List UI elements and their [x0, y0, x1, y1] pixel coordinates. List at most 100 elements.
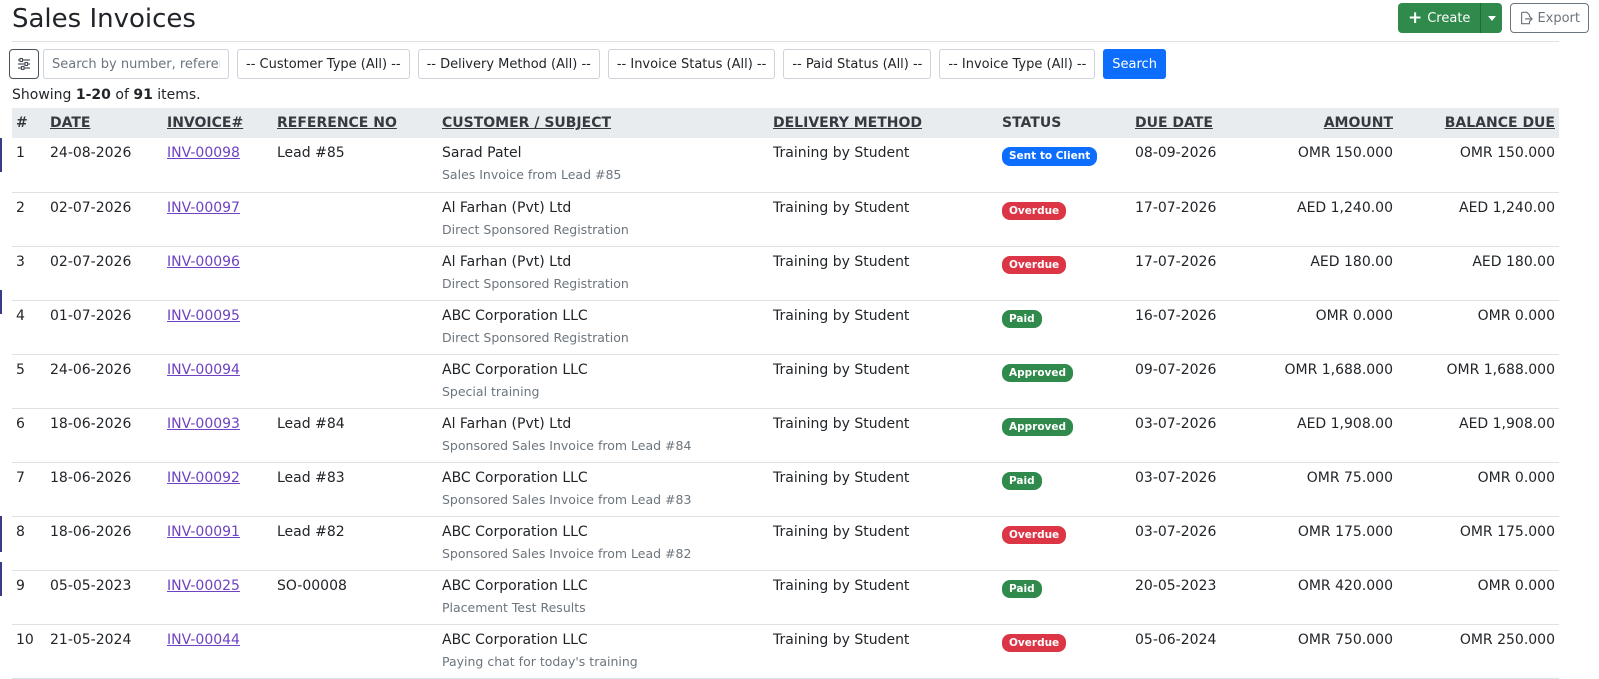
- col-header-balance[interactable]: BALANCE DUE: [1397, 108, 1559, 138]
- delivery-method: Training by Student: [773, 631, 910, 648]
- invoice-date: 24-06-2026: [50, 361, 132, 378]
- col-header-date-label: DATE: [50, 115, 91, 131]
- col-header-invoice[interactable]: INVOICE#: [163, 108, 273, 138]
- customer-subject-cell: ABC Corporation LLC Placement Test Result…: [438, 570, 769, 624]
- invoice-number-link[interactable]: INV-00025: [167, 578, 240, 594]
- status-badge: Overdue: [1002, 201, 1067, 221]
- row-number: 3: [16, 253, 25, 270]
- balance-due: OMR 150.000: [1459, 145, 1555, 161]
- due-date: 17-07-2026: [1135, 199, 1217, 216]
- invoice-number-link[interactable]: INV-00092: [167, 470, 240, 486]
- table-row[interactable]: 4 01-07-2026 INV-00095 ABC Corporation LLC D…: [12, 300, 1559, 354]
- delivery-method: Training by Student: [773, 523, 910, 540]
- invoice-number-link[interactable]: INV-00091: [167, 524, 240, 540]
- invoice-number-link[interactable]: INV-00095: [167, 308, 240, 324]
- col-header-balance-label: BALANCE DUE: [1444, 115, 1555, 131]
- status-badge: Approved: [1002, 363, 1074, 383]
- row-number: 10: [16, 631, 34, 648]
- left-edge-marks: [0, 0, 2, 675]
- page-title: Sales Invoices: [12, 3, 196, 34]
- invoice-number-link[interactable]: INV-00098: [167, 145, 240, 161]
- customer-name: Al Farhan (Pvt) Ltd: [442, 253, 572, 270]
- table-row[interactable]: 2 02-07-2026 INV-00097 Al Farhan (Pvt) Ltd D…: [12, 192, 1559, 246]
- amount: AED 1,240.00: [1297, 199, 1393, 216]
- create-button[interactable]: + Create: [1397, 3, 1481, 33]
- status-cell: Approved: [998, 408, 1131, 462]
- invoice-subject: Direct Sponsored Registration: [442, 329, 629, 345]
- col-header-due-date[interactable]: DUE DATE: [1131, 108, 1261, 138]
- status-cell: Paid: [998, 462, 1131, 516]
- col-header-date[interactable]: DATE: [46, 108, 163, 138]
- invoice-number-link[interactable]: INV-00097: [167, 200, 240, 216]
- customer-type-select[interactable]: -- Customer Type (All) --: [237, 49, 410, 79]
- col-header-delivery[interactable]: DELIVERY METHOD: [769, 108, 998, 138]
- table-row[interactable]: 6 18-06-2026 INV-00093 Lead #84 Al Farhan (P…: [12, 408, 1559, 462]
- export-button[interactable]: Export: [1510, 3, 1589, 33]
- summary-total: 91: [133, 87, 153, 103]
- delivery-method: Training by Student: [773, 199, 910, 216]
- amount: AED 180.00: [1310, 253, 1393, 270]
- paid-status-select[interactable]: -- Paid Status (All) --: [783, 49, 932, 79]
- filter-settings-button[interactable]: [9, 49, 39, 79]
- balance-due: AED 180.00: [1472, 253, 1555, 270]
- table-row[interactable]: 5 24-06-2026 INV-00094 ABC Corporation LLC S…: [12, 354, 1559, 408]
- balance-due: OMR 0.000: [1477, 577, 1555, 594]
- create-button-label: Create: [1427, 10, 1471, 26]
- invoices-table: # DATE INVOICE# REFERENCE NO CUSTOMER / …: [12, 108, 1559, 679]
- row-number: 4: [16, 307, 25, 324]
- row-number: 7: [16, 469, 25, 486]
- status-cell: Overdue: [998, 246, 1131, 300]
- table-row[interactable]: 10 21-05-2024 INV-00044 ABC Corporation LLC…: [12, 624, 1559, 678]
- table-row[interactable]: 1 24-08-2026 INV-00098 Lead #85 Sarad Patel S…: [12, 138, 1559, 192]
- due-date: 16-07-2026: [1135, 307, 1217, 324]
- page-header: Sales Invoices + Create Export: [12, 0, 1599, 36]
- customer-name: ABC Corporation LLC: [442, 361, 588, 378]
- invoice-date: 18-06-2026: [50, 469, 132, 486]
- invoice-number-link[interactable]: INV-00094: [167, 362, 240, 378]
- col-header-customer[interactable]: CUSTOMER / SUBJECT: [438, 108, 769, 138]
- summary-prefix: Showing: [12, 87, 76, 103]
- reference-number: [273, 192, 438, 246]
- due-date: 03-07-2026: [1135, 415, 1217, 432]
- balance-due: OMR 250.000: [1459, 631, 1555, 648]
- invoice-subject: Paying chat for today's training: [442, 653, 638, 669]
- row-number: 5: [16, 361, 25, 378]
- invoice-type-select[interactable]: -- Invoice Type (All) --: [939, 49, 1096, 79]
- customer-name: ABC Corporation LLC: [442, 577, 588, 594]
- invoice-number-link[interactable]: INV-00044: [167, 632, 240, 648]
- row-number: 1: [16, 145, 25, 161]
- invoice-number-link[interactable]: INV-00096: [167, 254, 240, 270]
- col-header-invoice-label: INVOICE#: [167, 115, 244, 131]
- status-badge: Overdue: [1002, 525, 1067, 545]
- col-header-reference[interactable]: REFERENCE NO: [273, 108, 438, 138]
- table-row[interactable]: 7 18-06-2026 INV-00092 Lead #83 ABC Corporat…: [12, 462, 1559, 516]
- reference-number: Lead #84: [277, 415, 345, 432]
- invoice-number-link[interactable]: INV-00093: [167, 416, 240, 432]
- search-input[interactable]: [43, 49, 229, 79]
- col-header-customer-label: CUSTOMER / SUBJECT: [442, 115, 612, 131]
- invoice-subject: Sponsored Sales Invoice from Lead #84: [442, 437, 692, 453]
- due-date: 20-05-2023: [1135, 577, 1217, 594]
- due-date: 03-07-2026: [1135, 523, 1217, 540]
- search-button[interactable]: Search: [1103, 49, 1166, 79]
- customer-name: ABC Corporation LLC: [442, 631, 588, 648]
- balance-due: OMR 1,688.000: [1446, 361, 1555, 378]
- table-row[interactable]: 8 18-06-2026 INV-00091 Lead #82 ABC Corporat…: [12, 516, 1559, 570]
- invoice-status-select[interactable]: -- Invoice Status (All) --: [607, 49, 776, 79]
- plus-icon: +: [1407, 7, 1423, 28]
- table-row[interactable]: 9 05-05-2023 INV-00025 SO-00008 ABC Corporat…: [12, 570, 1559, 624]
- delivery-method: Training by Student: [773, 253, 910, 270]
- status-cell: Approved: [998, 354, 1131, 408]
- create-dropdown-toggle[interactable]: [1480, 3, 1503, 33]
- table-row[interactable]: 3 02-07-2026 INV-00096 Al Farhan (Pvt) Ltd D…: [12, 246, 1559, 300]
- due-date: 03-07-2026: [1135, 469, 1217, 486]
- delivery-method-select[interactable]: -- Delivery Method (All) --: [417, 49, 600, 79]
- col-header-amount[interactable]: AMOUNT: [1261, 108, 1397, 138]
- status-badge: Overdue: [1002, 633, 1067, 653]
- due-date: 08-09-2026: [1135, 145, 1217, 161]
- balance-due: OMR 0.000: [1477, 469, 1555, 486]
- amount: OMR 175.000: [1297, 523, 1393, 540]
- invoice-subject: Special training: [442, 383, 540, 399]
- summary-range: 1-20: [75, 87, 111, 103]
- invoice-number-cell: INV-00096: [163, 246, 273, 300]
